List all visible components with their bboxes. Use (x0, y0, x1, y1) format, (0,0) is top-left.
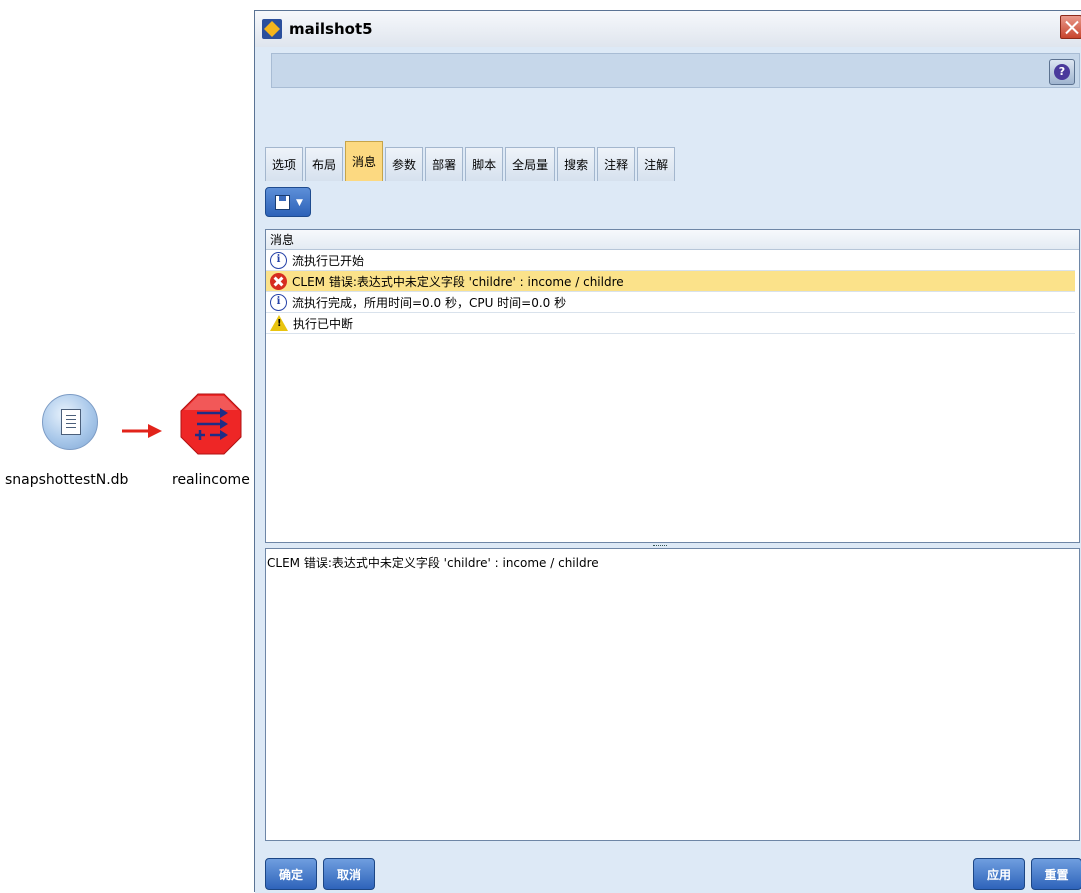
derive-node-label: realincome (172, 472, 250, 488)
tab-comments[interactable]: 注释 (597, 147, 636, 181)
message-text: 流执行已开始 (292, 253, 365, 268)
warning-icon: ! (270, 315, 288, 331)
dialog-titlebar[interactable]: mailshot5 (255, 11, 1081, 47)
message-row-selected[interactable]: CLEM 错误:表达式中未定义字段 'childre' : income / c… (266, 271, 1075, 292)
derive-node-icon[interactable] (180, 393, 242, 455)
tab-options[interactable]: 选项 (265, 147, 304, 181)
source-node-label: snapshottestN.db (5, 472, 129, 488)
message-row[interactable]: ! 执行已中断 (266, 313, 1075, 334)
message-row[interactable]: i 流执行已开始 (266, 250, 1075, 271)
error-icon (270, 272, 287, 290)
source-node[interactable] (42, 394, 98, 450)
database-file-icon (42, 394, 98, 450)
tab-layout[interactable]: 布局 (305, 147, 344, 181)
messages-table: 消息 i 流执行已开始 CLEM 错误:表达式中未定义字段 'childre' … (265, 229, 1080, 543)
tab-script[interactable]: 脚本 (465, 147, 504, 181)
ok-button[interactable]: 确定 (265, 858, 317, 890)
tab-messages[interactable]: 消息 (345, 141, 384, 181)
tab-deployment[interactable]: 部署 (425, 147, 464, 181)
message-text: 流执行完成，所用时间=0.0 秒，CPU 时间=0.0 秒 (292, 295, 567, 310)
message-row[interactable]: i 流执行完成，所用时间=0.0 秒，CPU 时间=0.0 秒 (266, 292, 1075, 313)
close-button[interactable] (1060, 15, 1081, 39)
stream-canvas[interactable]: snapshottestN.db realincome (0, 0, 250, 892)
message-detail-pane: CLEM 错误:表达式中未定义字段 'childre' : income / c… (265, 548, 1080, 841)
tab-annotations[interactable]: 注解 (637, 147, 676, 181)
stream-icon (262, 19, 282, 39)
info-icon: i (270, 293, 287, 311)
dialog-title: mailshot5 (289, 20, 373, 38)
dropdown-arrow-icon: ▼ (296, 198, 303, 208)
reset-button[interactable]: 重置 (1031, 858, 1081, 890)
apply-button[interactable]: 应用 (973, 858, 1025, 890)
tab-parameters[interactable]: 参数 (385, 147, 424, 181)
tab-search[interactable]: 搜索 (557, 147, 596, 181)
message-text: CLEM 错误:表达式中未定义字段 'childre' : income / c… (292, 274, 624, 289)
messages-column-header[interactable]: 消息 (266, 230, 1079, 250)
save-messages-button[interactable]: ▼ (265, 187, 311, 217)
info-icon: i (270, 251, 287, 269)
stream-properties-dialog: mailshot5 ? 选项 布局 消息 参数 部署 脚本 全局量 搜索 注释 … (254, 10, 1081, 893)
messages-panel: ▼ 消息 i 流执行已开始 CLEM 错误:表达式中未定义字段 'childre… (255, 181, 1081, 893)
message-text: 执行已中断 (293, 316, 354, 331)
connection-arrow (122, 424, 162, 438)
save-disk-icon (275, 195, 290, 210)
tab-globals[interactable]: 全局量 (505, 147, 556, 181)
help-icon: ? (1054, 64, 1070, 80)
message-detail-text: CLEM 错误:表达式中未定义字段 'childre' : income / c… (267, 556, 599, 570)
tab-bar: 选项 布局 消息 参数 部署 脚本 全局量 搜索 注释 注解 (265, 139, 677, 181)
help-button[interactable]: ? (1049, 59, 1075, 85)
cancel-button[interactable]: 取消 (323, 858, 375, 890)
dialog-header-bar: ? (271, 53, 1080, 88)
